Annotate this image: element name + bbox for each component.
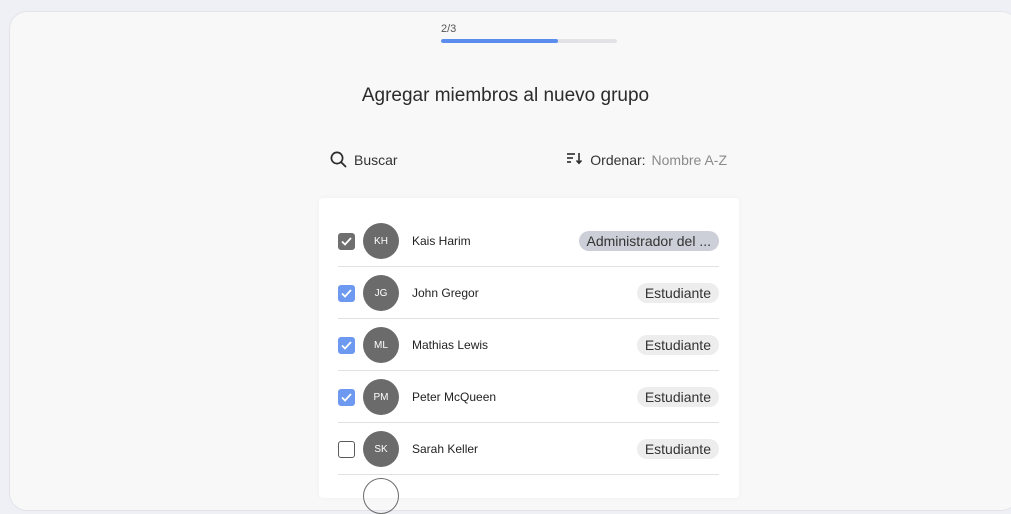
avatar: SK — [363, 431, 399, 467]
search-button[interactable]: Buscar — [330, 151, 398, 168]
search-icon — [330, 151, 347, 168]
member-row[interactable]: PM Peter McQueen Estudiante — [338, 371, 719, 423]
sort-icon — [566, 151, 584, 168]
avatar: JG — [363, 275, 399, 311]
role-badge: Estudiante — [636, 387, 719, 407]
member-row[interactable]: KH Kais Harim Administrador del ... — [338, 215, 719, 267]
member-name: Kais Harim — [412, 234, 471, 248]
member-name: Peter McQueen — [412, 390, 497, 404]
member-checkbox[interactable] — [338, 285, 355, 302]
avatar: ML — [363, 327, 399, 363]
progress-bar — [441, 39, 617, 43]
role-badge: Administrador del ... — [578, 231, 719, 251]
member-name: Sarah Keller — [412, 442, 479, 456]
member-row[interactable]: SK Sarah Keller Estudiante — [338, 423, 719, 475]
member-name: John Gregor — [412, 286, 479, 300]
member-checkbox[interactable] — [338, 441, 355, 458]
member-checkbox[interactable] — [338, 389, 355, 406]
role-badge: Estudiante — [636, 283, 719, 303]
member-checkbox[interactable] — [338, 337, 355, 354]
member-row[interactable]: ML Mathias Lewis Estudiante — [338, 319, 719, 371]
checkmark-icon — [341, 341, 352, 350]
checkmark-icon — [341, 289, 352, 298]
member-name: Mathias Lewis — [412, 338, 489, 352]
progress-label: 2/3 — [441, 23, 457, 35]
sort-value: Nombre A-Z — [651, 151, 727, 168]
role-badge: Estudiante — [636, 335, 719, 355]
avatar: KH — [363, 223, 399, 259]
member-list: KH Kais Harim Administrador del ... JG J… — [319, 198, 739, 514]
checkmark-icon — [341, 393, 352, 402]
member-row[interactable]: JG John Gregor Estudiante — [338, 267, 719, 319]
member-checkbox[interactable] — [338, 233, 355, 250]
sort-label: Ordenar: — [590, 151, 646, 168]
page-title: Agregar miembros al nuevo grupo — [361, 85, 650, 106]
search-label: Buscar — [354, 151, 398, 168]
checkmark-icon — [341, 237, 352, 246]
avatar — [363, 478, 399, 514]
role-badge: Estudiante — [636, 439, 719, 459]
avatar: PM — [363, 379, 399, 415]
progress-bar-fill — [441, 39, 559, 43]
sort-button[interactable]: Ordenar: Nombre A-Z — [566, 151, 727, 168]
